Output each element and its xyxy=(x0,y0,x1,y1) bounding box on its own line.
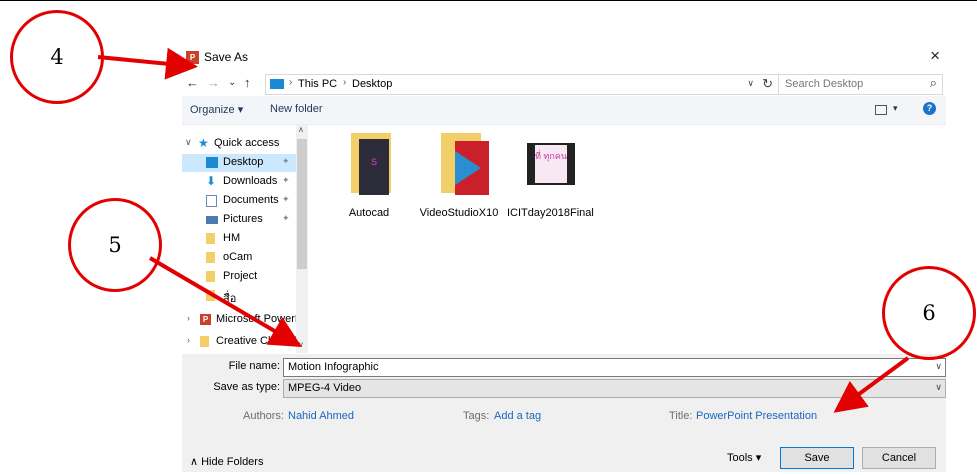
annotation-circle-5: 5 xyxy=(68,198,162,292)
annotation-number: 4 xyxy=(50,45,64,69)
annotation-number: 6 xyxy=(922,301,936,325)
arrow-to-title-field xyxy=(833,356,910,413)
arrow-to-back-button xyxy=(97,47,198,80)
arrow-to-save-type xyxy=(148,256,302,348)
annotation-number: 5 xyxy=(108,233,122,257)
annotation-circle-6: 6 xyxy=(882,266,976,360)
annotation-circle-4: 4 xyxy=(10,10,104,104)
